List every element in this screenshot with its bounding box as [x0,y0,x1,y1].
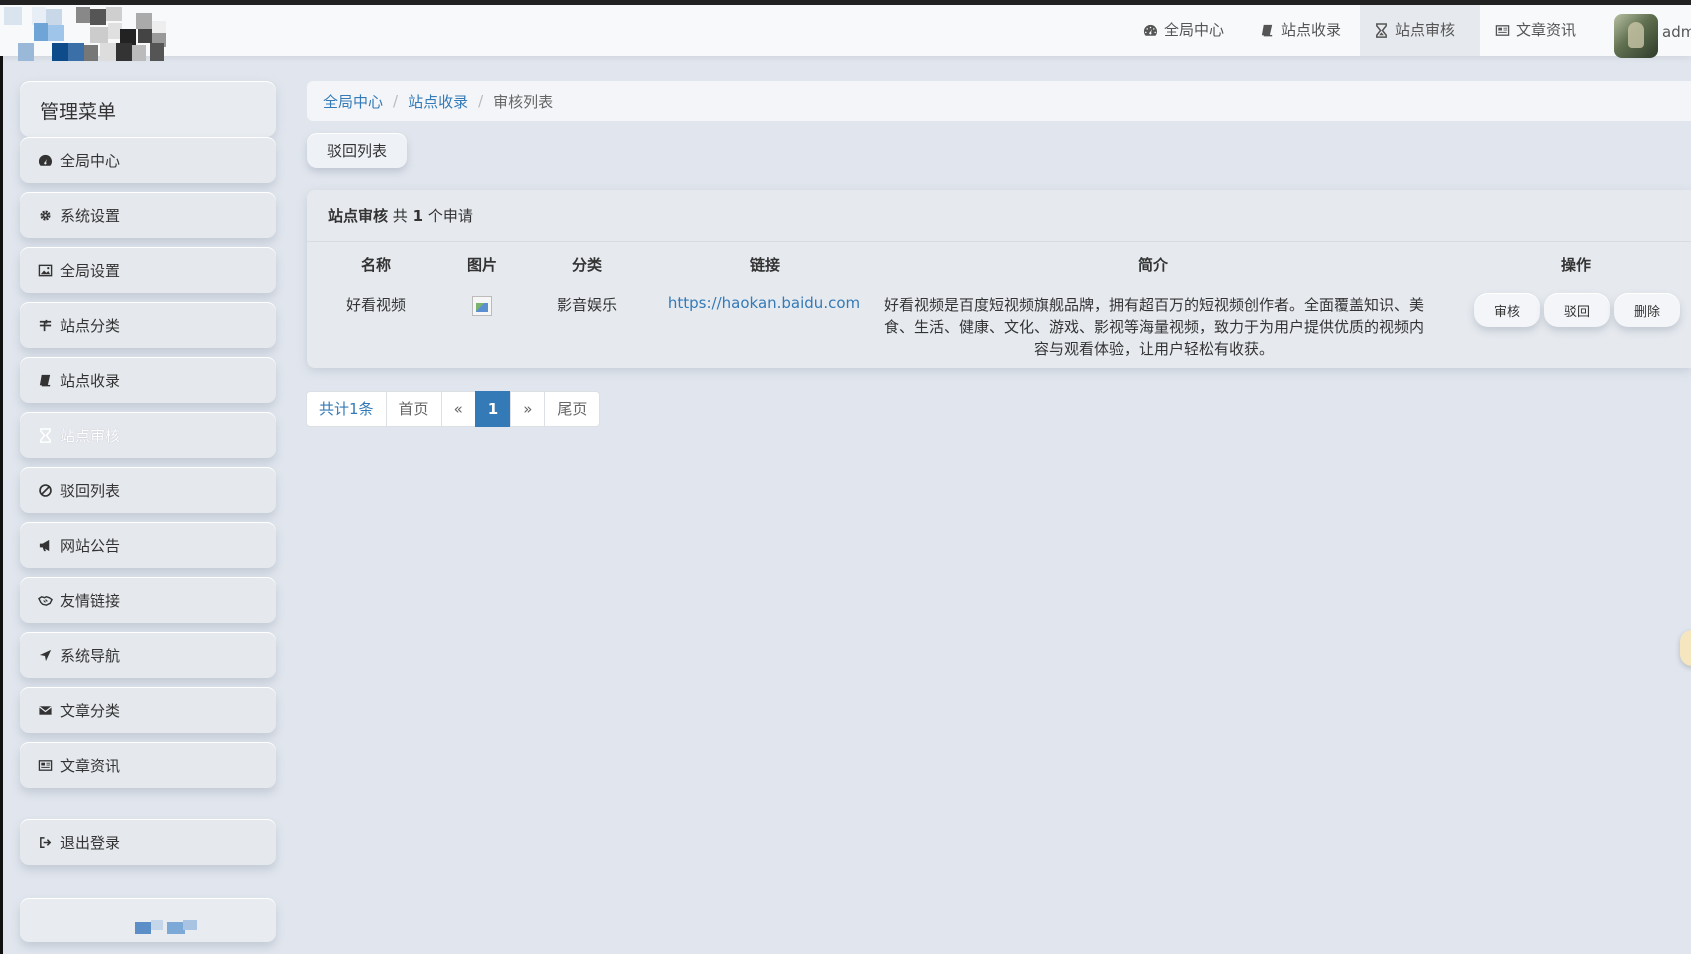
pagination-next[interactable]: » [510,391,546,427]
topnav-label: 站点收录 [1281,21,1342,39]
approve-button[interactable]: 审核 [1474,293,1540,327]
hourglass-icon [40,427,51,443]
panel-count-prefix: 共 [392,207,408,225]
sidebar-item-site-review[interactable]: 站点审核 [20,412,276,458]
sidebar-item-label: 全局中心 [60,151,121,170]
sidebar: 管理菜单 全局中心 系统设置 全局设置 站点分类 站点收录 站点审核 驳回列表 … [0,56,290,954]
column-header-link: 链接 [749,256,780,274]
sidebar-item-label: 驳回列表 [60,481,121,500]
sidebar-item-label: 退出登录 [60,833,121,852]
sidebar-item-announcements[interactable]: 网站公告 [20,522,276,568]
sidebar-item-label: 系统设置 [60,206,121,225]
panel-count: 1 [412,207,424,225]
panel-title: 站点审核 [328,207,389,225]
cell-category: 影音娱乐 [556,296,617,314]
topnav-site-listing[interactable]: 站点收录 [1246,5,1355,56]
sidebar-item-label: 文章资讯 [60,756,121,775]
sidebar-item-global-center[interactable]: 全局中心 [20,137,276,183]
column-header-actions: 操作 [1560,256,1591,274]
topnav-label: 文章资讯 [1516,21,1577,39]
topnav-site-review[interactable]: 站点审核 [1360,5,1480,56]
sidebar-item-label: 网站公告 [60,536,121,555]
reject-button[interactable]: 驳回 [1544,293,1610,327]
sidebar-item-system-navigation[interactable]: 系统导航 [20,632,276,678]
sidebar-item-label: 站点分类 [60,316,121,335]
envelope-icon [39,705,52,715]
dashboard-icon [38,154,52,166]
image-icon [38,264,53,276]
sidebar-item-article-categories[interactable]: 文章分类 [20,687,276,733]
dashboard-icon [1143,24,1157,36]
pagination-last[interactable]: 尾页 [544,391,601,427]
newspaper-icon [1495,25,1510,36]
topnav-label: 站点审核 [1395,21,1456,39]
panel-heading: 站点审核 共 1 个申请 [307,190,1691,242]
sidebar-title: 管理菜单 [20,81,276,137]
breadcrumb-current: 审核列表 [493,92,554,111]
pagination-prev[interactable]: « [440,391,476,427]
site-image [472,296,492,316]
sidebar-item-label: 站点收录 [60,371,121,390]
gear-icon [40,209,51,221]
sidebar-item-label: 系统导航 [60,646,121,665]
ban-icon [39,483,52,497]
sidebar-item-rejected-list[interactable]: 驳回列表 [20,467,276,513]
topnav-label: 全局中心 [1164,21,1225,39]
top-navbar: 全局中心 站点收录 站点审核 文章资讯 adm [0,0,1691,61]
pagination-total: 共计1条 [306,391,387,427]
sign-out-icon [40,836,52,848]
location-arrow-icon [39,649,52,661]
sidebar-item-label: 全局设置 [60,261,121,280]
sidebar-item-friend-links[interactable]: 友情链接 [20,577,276,623]
breadcrumb-section-link[interactable]: 站点收录 [408,91,468,112]
book-icon [39,374,51,386]
sidebar-item-label: 友情链接 [60,591,121,610]
pagination-current[interactable]: 1 [474,391,512,427]
sidebar-item-label: 文章分类 [60,701,121,720]
sidebar-item-site-categories[interactable]: 站点分类 [20,302,276,348]
column-header-image: 图片 [466,256,497,274]
newspaper-icon [38,759,53,771]
column-header-name: 名称 [360,256,391,274]
columns-icon [39,319,52,331]
sidebar-item-site-listing[interactable]: 站点收录 [20,357,276,403]
column-header-description: 简介 [1137,256,1168,274]
user-avatar[interactable] [1614,14,1658,58]
delete-button[interactable]: 删除 [1614,293,1680,327]
sidebar-item-label: 站点审核 [60,426,121,445]
logout-button[interactable]: 退出登录 [20,819,276,865]
sidebar-footer-badge [20,898,276,942]
hourglass-icon [1376,23,1387,38]
floating-side-tab[interactable] [1680,630,1691,666]
user-name[interactable]: adm [1662,23,1691,41]
cell-name: 好看视频 [345,296,406,314]
site-logo[interactable] [4,7,180,61]
rejected-list-button[interactable]: 驳回列表 [307,133,407,168]
cell-link[interactable]: https://haokan.baidu.com [664,294,864,312]
sidebar-item-system-settings[interactable]: 系统设置 [20,192,276,238]
sidebar-item-articles[interactable]: 文章资讯 [20,742,276,788]
panel-count-suffix: 个申请 [427,207,473,225]
pagination-first[interactable]: 首页 [385,391,442,427]
handshake-icon [38,595,53,606]
book-icon [1261,24,1273,37]
breadcrumb-separator: / [393,92,399,110]
pagination: 共计1条 首页 « 1 » 尾页 [306,391,601,427]
topnav-global-center[interactable]: 全局中心 [1129,5,1238,56]
column-header-category: 分类 [571,256,602,274]
breadcrumb-home-link[interactable]: 全局中心 [323,91,383,112]
breadcrumb: 全局中心 / 站点收录 / 审核列表 [307,81,1691,121]
topnav-articles[interactable]: 文章资讯 [1481,5,1590,56]
bullhorn-icon [39,539,50,551]
cell-description: 好看视频是百度短视频旗舰品牌，拥有超百万的短视频创作者。全面覆盖知识、美食、生活… [883,296,1424,358]
breadcrumb-separator: / [478,92,484,110]
sidebar-item-global-settings[interactable]: 全局设置 [20,247,276,293]
